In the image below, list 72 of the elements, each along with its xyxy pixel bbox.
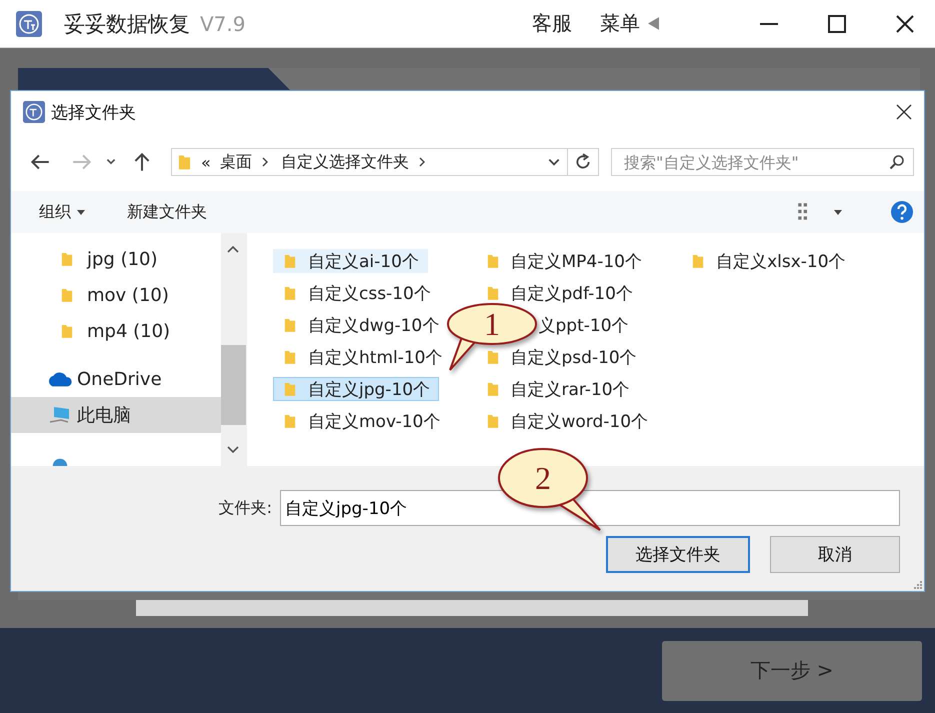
scrollbar[interactable] [221, 233, 246, 466]
folder-item[interactable]: 自定义dwg-10个 [273, 313, 448, 337]
folder-icon [178, 153, 191, 171]
organize-menu[interactable]: 组织 [39, 202, 71, 222]
dialog-logo-icon [23, 101, 45, 123]
folder-label: 文件夹: [218, 498, 272, 518]
folder-icon [284, 252, 296, 270]
folder-icon [61, 322, 73, 340]
search-icon[interactable] [889, 154, 905, 170]
caret-icon[interactable] [834, 210, 842, 214]
close-icon[interactable] [895, 14, 915, 34]
folder-item[interactable]: 自定义psd-10个 [476, 345, 646, 369]
folder-icon [61, 250, 73, 268]
folder-icon [486, 380, 498, 398]
folder-item[interactable]: 自定义ai-10个 [273, 249, 428, 273]
folder-item[interactable]: 自定义html-10个 [273, 345, 452, 369]
nav-item[interactable]: 此电脑 [11, 397, 221, 433]
address-bar[interactable]: « 桌面 自定义选择文件夹 [171, 148, 599, 176]
folder-item[interactable]: 自定义MP4-10个 [476, 249, 652, 273]
nav-item[interactable]: jpg (10) [11, 241, 221, 277]
scroll-up-icon[interactable] [227, 245, 239, 253]
maximize-icon[interactable] [827, 14, 847, 34]
folder-item[interactable]: 义ppt-10个 [538, 313, 638, 337]
app-title: 妥妥数据恢复 [64, 10, 190, 38]
folder-icon [486, 348, 498, 366]
new-folder-button[interactable]: 新建文件夹 [127, 202, 207, 222]
nav-item[interactable]: mp4 (10) [11, 313, 221, 349]
nav-item[interactable]: mov (10) [11, 277, 221, 313]
dialog-title: 选择文件夹 [51, 102, 136, 124]
folder-icon [61, 286, 73, 304]
menu-link[interactable]: 客服 [532, 10, 572, 37]
chevron-right-icon[interactable] [418, 156, 426, 168]
folder-item[interactable]: 自定义jpg-10个 [273, 377, 440, 401]
refresh-icon[interactable] [574, 153, 592, 171]
folder-item[interactable]: 自定义pdf-10个 [476, 281, 642, 305]
app-version: V7.9 [200, 12, 246, 36]
breadcrumb-item[interactable]: 桌面 [220, 152, 252, 172]
network-icon [51, 457, 69, 466]
computer-icon [49, 405, 71, 425]
breadcrumb-item[interactable]: 自定义选择文件夹 [280, 152, 409, 172]
search-input[interactable]: 搜索"自定义选择文件夹" [622, 152, 889, 172]
folder-icon [486, 284, 498, 302]
nav-item[interactable]: OneDrive [11, 361, 221, 397]
menu-link[interactable]: 菜单 [600, 10, 640, 37]
folder-icon [284, 348, 296, 366]
folder-item[interactable]: 自定义xlsx-10个 [681, 249, 855, 273]
folder-icon [284, 412, 296, 430]
scroll-thumb[interactable] [221, 345, 246, 425]
folder-icon [486, 412, 498, 430]
chevron-right-icon[interactable] [260, 156, 269, 168]
folder-item[interactable]: 自定义word-10个 [476, 409, 658, 433]
breadcrumb-overflow[interactable]: « [201, 152, 211, 172]
folder-icon [284, 316, 296, 334]
app-logo-icon [16, 10, 42, 36]
caret-icon[interactable] [77, 210, 85, 214]
folder-icon [692, 252, 704, 270]
scroll-down-icon[interactable] [227, 446, 239, 454]
search-field[interactable]: 搜索"自定义选择文件夹" [611, 148, 914, 176]
folder-input[interactable]: 自定义jpg-10个 [280, 490, 900, 526]
folder-item[interactable]: 自定义rar-10个 [476, 377, 639, 401]
folder-item[interactable]: 自定义css-10个 [273, 281, 440, 305]
folder-icon [486, 252, 498, 270]
folder-icon [284, 380, 296, 398]
folder-icon [284, 284, 296, 302]
triangle-icon[interactable] [648, 17, 659, 30]
cancel-button[interactable]: 取消 [770, 536, 900, 573]
help-icon[interactable] [890, 200, 914, 224]
cloud-icon [47, 371, 73, 387]
close-icon[interactable] [896, 104, 912, 120]
select-folder-button[interactable]: 选择文件夹 [606, 536, 750, 573]
folder-item[interactable]: 自定义mov-10个 [273, 409, 450, 433]
resize-grip-icon[interactable] [912, 579, 922, 589]
